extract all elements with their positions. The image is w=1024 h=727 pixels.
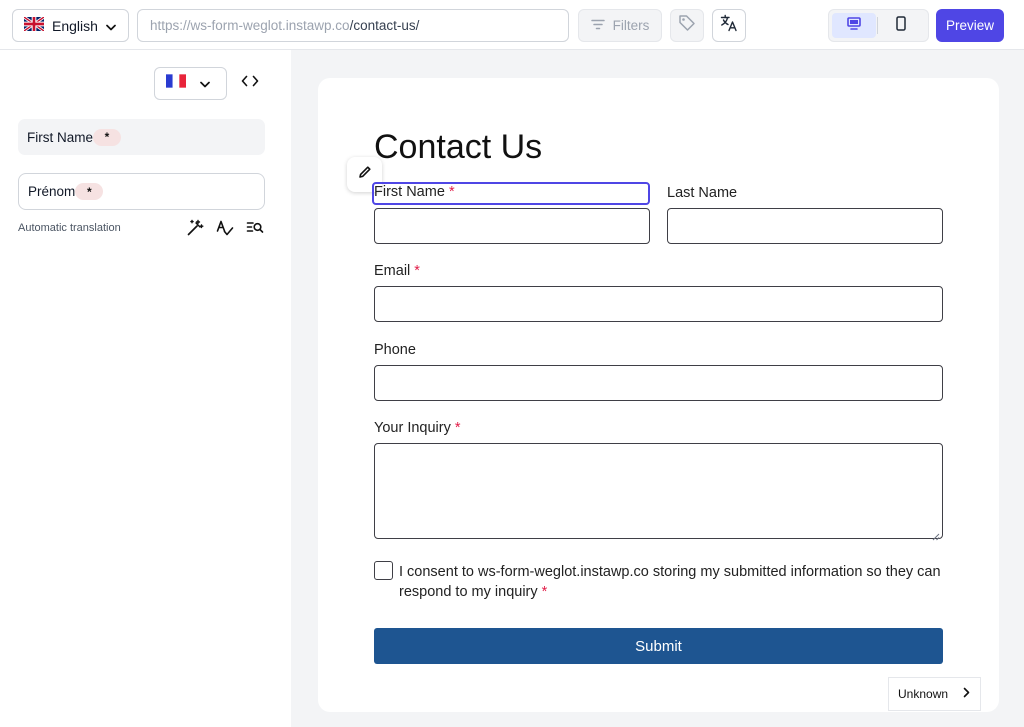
page-preview-area: Contact Us First Name * Last Name Email … xyxy=(291,50,1024,727)
tag-icon xyxy=(678,14,696,37)
france-flag-icon xyxy=(166,74,186,93)
source-language-select[interactable]: English xyxy=(12,9,129,42)
tag-button[interactable] xyxy=(670,9,704,42)
resize-handle-icon[interactable] xyxy=(932,528,940,541)
uk-flag-icon xyxy=(23,15,45,34)
consent-label: I consent to ws-form-weglot.instawp.co s… xyxy=(399,562,959,602)
url-domain: https://ws-form-weglot.instawp.co xyxy=(150,18,350,33)
required-marker: * xyxy=(448,184,455,200)
url-path: /contact-us/ xyxy=(349,18,420,33)
mobile-view-button[interactable] xyxy=(879,13,923,38)
status-badge[interactable]: Unknown xyxy=(888,677,981,711)
first-name-label-text: First Name xyxy=(374,184,445,200)
source-text: First Name xyxy=(27,129,94,145)
email-input[interactable] xyxy=(374,286,943,322)
target-language-select[interactable] xyxy=(154,67,227,100)
filters-button[interactable]: Filters xyxy=(578,9,662,42)
last-name-label: Last Name xyxy=(667,185,737,201)
device-toggle xyxy=(828,9,929,42)
required-marker: * xyxy=(414,263,420,279)
filter-lines-icon xyxy=(590,18,605,33)
translation-input[interactable]: Prénom * xyxy=(18,173,265,210)
phone-label-text: Phone xyxy=(374,342,416,358)
placeholder-chip: * xyxy=(93,128,122,146)
first-name-label[interactable]: First Name * xyxy=(372,182,650,205)
spellcheck-icon[interactable] xyxy=(214,218,235,238)
last-name-label-text: Last Name xyxy=(667,185,738,201)
pencil-icon xyxy=(358,165,372,184)
filters-label: Filters xyxy=(612,18,650,33)
chevron-right-icon xyxy=(963,687,970,701)
status-label: Unknown xyxy=(898,687,949,701)
consent-checkbox[interactable] xyxy=(374,561,393,580)
magic-wand-icon[interactable] xyxy=(184,218,205,238)
translation-panel: First Name * Prénom * Automatic translat… xyxy=(0,50,291,727)
translation-text: Prénom xyxy=(28,184,76,199)
inquiry-label-text: Your Inquiry xyxy=(374,420,451,436)
top-toolbar: English https://ws-form-weglot.instawp.c… xyxy=(0,0,1024,50)
chevron-down-icon xyxy=(200,75,210,93)
desktop-view-button[interactable] xyxy=(832,13,876,38)
automatic-translation-label: Automatic translation xyxy=(18,222,121,234)
phone-input[interactable] xyxy=(374,365,943,401)
search-text-icon[interactable] xyxy=(244,218,265,238)
translation-tools xyxy=(184,218,265,238)
source-text-box: First Name * xyxy=(18,119,265,155)
form-card: Contact Us First Name * Last Name Email … xyxy=(318,78,999,712)
divider xyxy=(877,17,878,34)
inquiry-textarea[interactable] xyxy=(374,443,943,541)
inquiry-label: Your Inquiry * xyxy=(374,420,461,436)
last-name-input[interactable] xyxy=(667,208,943,244)
code-view-button[interactable] xyxy=(236,69,264,97)
page-title: Contact Us xyxy=(374,128,543,166)
required-marker: * xyxy=(454,420,461,436)
chevron-down-icon xyxy=(106,18,116,34)
desktop-icon xyxy=(847,16,861,35)
mobile-icon xyxy=(896,15,906,36)
first-name-input[interactable] xyxy=(374,208,650,244)
code-icon xyxy=(241,74,259,92)
translate-button[interactable] xyxy=(712,9,746,42)
translate-icon xyxy=(720,14,738,37)
email-label-text: Email xyxy=(374,263,411,279)
source-language-label: English xyxy=(52,17,98,34)
phone-label: Phone xyxy=(374,342,416,358)
preview-button[interactable]: Preview xyxy=(936,9,1004,42)
page-url-field[interactable]: https://ws-form-weglot.instawp.co/contac… xyxy=(137,9,569,42)
consent-text: I consent to ws-form-weglot.instawp.co s… xyxy=(399,564,941,600)
submit-button[interactable]: Submit xyxy=(374,628,943,664)
placeholder-chip: * xyxy=(75,183,104,200)
required-marker: * xyxy=(541,584,548,600)
email-label: Email * xyxy=(374,263,420,279)
